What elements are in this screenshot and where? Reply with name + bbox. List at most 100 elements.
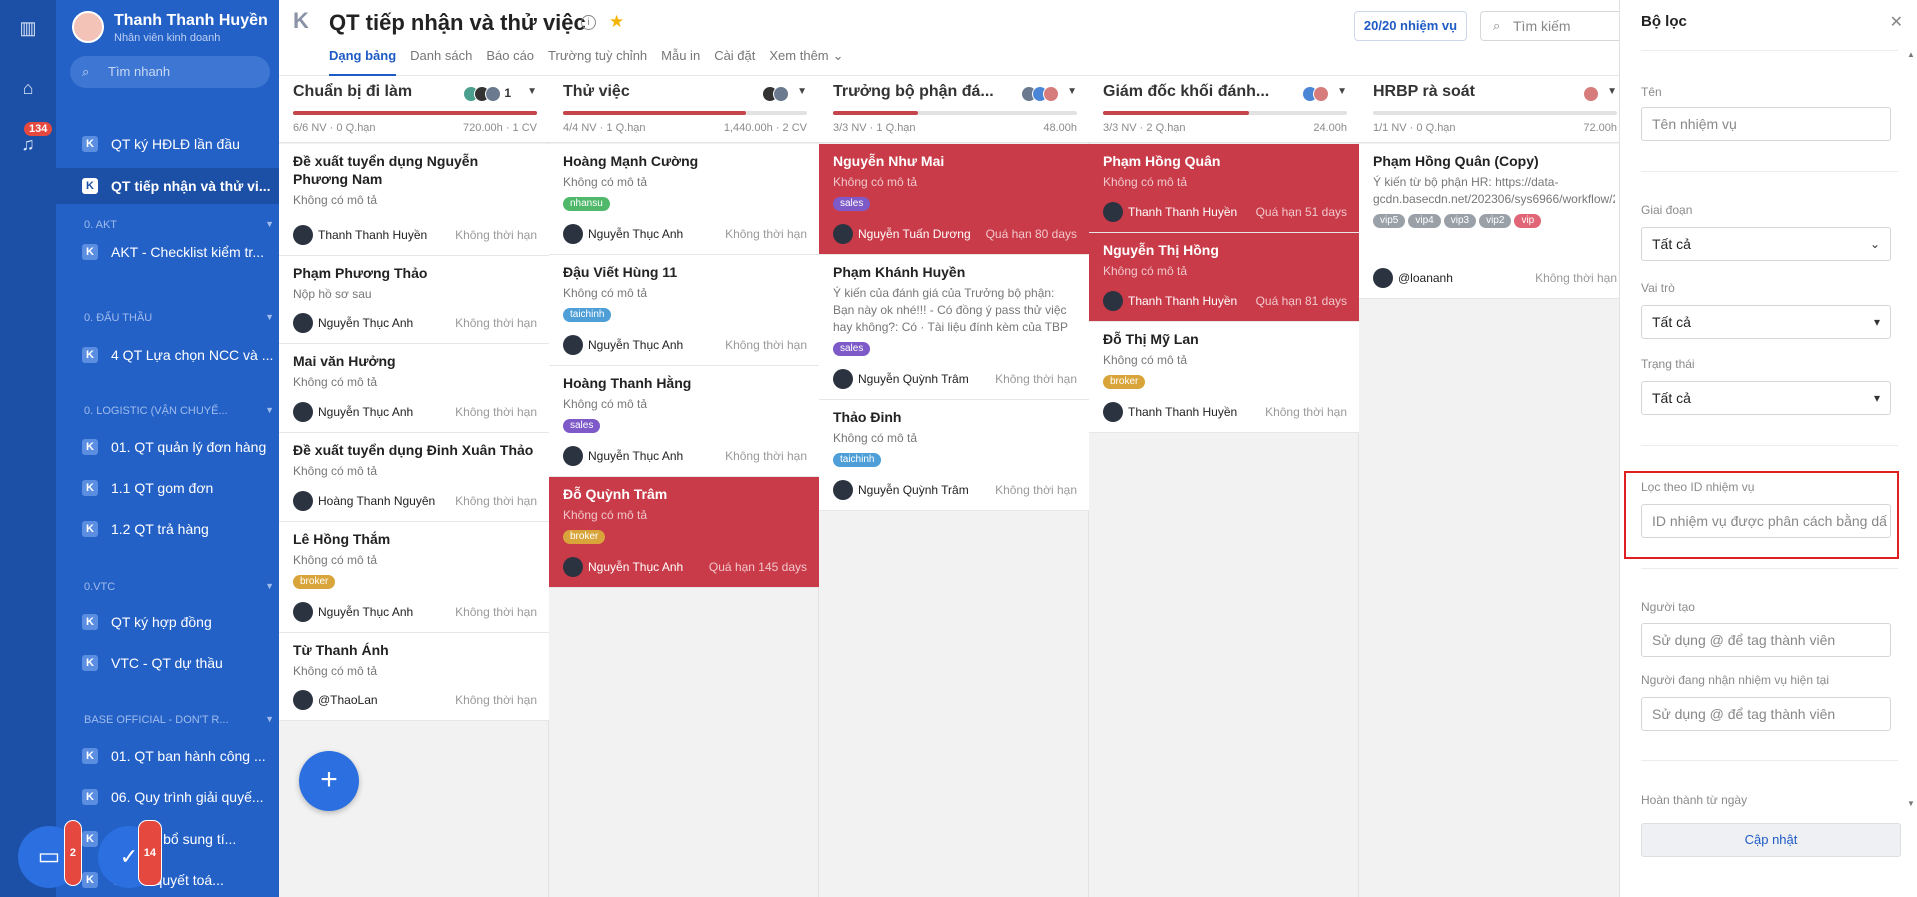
- assignee-input[interactable]: Sử dụng @ để tag thành viên: [1641, 697, 1891, 731]
- task-description: Ý kiến của đánh giá của Trưởng bộ phận: …: [833, 286, 1068, 334]
- star-icon[interactable]: ★: [609, 12, 624, 32]
- tag: vip3: [1443, 214, 1477, 228]
- task-id-input[interactable]: ID nhiệm vụ được phân cách bằng dấ: [1641, 504, 1891, 538]
- task-count-button[interactable]: 20/20 nhiệm vụ: [1354, 11, 1467, 41]
- sidebar-item[interactable]: K AKT - Checklist kiểm tr...: [56, 234, 279, 270]
- column-meta: 6/6 NV · 0 Q.hạn: [293, 122, 376, 134]
- column-header[interactable]: Giám đốc khối đánh... 3/3 NV · 2 Q.hạn 24.…: [1089, 77, 1359, 143]
- close-icon[interactable]: ✕: [1890, 12, 1903, 32]
- task-card[interactable]: Mai văn Hưởng Không có mô tả Nguyễn Thục A…: [279, 344, 549, 433]
- tab[interactable]: Mẫu in: [661, 48, 700, 76]
- column-progress: [1103, 111, 1347, 115]
- avatar: [1313, 86, 1329, 102]
- task-card[interactable]: Từ Thanh Ánh Không có mô tả @ThaoLan Không …: [279, 633, 549, 721]
- column-header[interactable]: Thử việc 4/4 NV · 1 Q.hạn 1,440.00h · 2 CV…: [549, 77, 819, 143]
- sidebar-item[interactable]: K 1.1 QT gom đơn: [56, 470, 279, 506]
- sidebar-item[interactable]: K QT tiếp nhận và thử vi...: [56, 168, 279, 204]
- due-status: Quá hạn 80 days: [985, 227, 1077, 241]
- task-card[interactable]: Nguyễn Thị Hồng Không có mô tả Thanh Thanh…: [1089, 233, 1359, 322]
- column-meta: 3/3 NV · 2 Q.hạn: [1103, 122, 1186, 134]
- creator-input[interactable]: Sử dụng @ để tag thành viên: [1641, 623, 1891, 657]
- sidebar-item[interactable]: K 06. Quy trình giải quyế...: [56, 779, 279, 815]
- task-card[interactable]: Phạm Khánh Huyền Ý kiến của đánh giá của …: [819, 255, 1089, 400]
- tag: vip4: [1408, 214, 1441, 228]
- task-description: Ý kiến từ bộ phận HR: https://data-gcdn.…: [1373, 175, 1615, 206]
- tab[interactable]: Báo cáo: [486, 48, 534, 76]
- creator-label: Người tạo: [1641, 600, 1695, 614]
- sidebar-item[interactable]: K 1.2 QT trả hàng: [56, 511, 279, 547]
- task-card[interactable]: Đề xuất tuyển dụng Nguyễn Phương Nam Khôn…: [279, 144, 549, 256]
- sidebar-item[interactable]: K QT ký hợp đồng: [56, 604, 279, 640]
- chevron-down-icon[interactable]: ▼: [527, 86, 537, 97]
- tab[interactable]: Dạng bảng: [329, 48, 397, 76]
- assignee-name: Nguyễn Quỳnh Trâm: [858, 372, 969, 386]
- task-card[interactable]: Đề xuất tuyển dụng Đinh Xuân Thảo Không c…: [279, 433, 549, 522]
- tab[interactable]: Trường tuỳ chỉnh: [548, 48, 647, 76]
- task-card[interactable]: Phạm Hồng Quân Không có mô tả Thanh Thanh …: [1089, 144, 1359, 233]
- chevron-down-icon[interactable]: ▼: [1067, 86, 1077, 97]
- user-profile[interactable]: Thanh Thanh Huyền Nhân viên kinh doanh: [72, 11, 272, 45]
- task-card[interactable]: Thảo Đinh Không có mô tả taichinh Nguyễn Qu…: [819, 400, 1089, 511]
- due-status: Không thời hạn: [455, 228, 537, 242]
- add-task-button[interactable]: +: [299, 751, 359, 811]
- avatar: [72, 11, 104, 43]
- tab[interactable]: Cài đặt: [714, 48, 755, 76]
- task-card[interactable]: Phạm Phương Thảo Nộp hồ sơ sau Nguyễn Thục…: [279, 256, 549, 344]
- sidebar-item[interactable]: K Thanh quyết toá...: [56, 862, 279, 897]
- task-card[interactable]: Đậu Viết Hùng 11 Không có mô tả taichinh Ng…: [549, 255, 819, 366]
- search-input[interactable]: ⌕ Tìm kiếm: [1480, 11, 1630, 41]
- scrollbar[interactable]: ▲ ▼: [1907, 50, 1915, 808]
- due-status: Không thời hạn: [455, 405, 537, 419]
- task-name-input[interactable]: Tên nhiệm vụ: [1641, 107, 1891, 141]
- workflow-icon: K: [82, 614, 98, 630]
- sidebar: Thanh Thanh Huyền Nhân viên kinh doanh ⌕…: [56, 0, 279, 897]
- column-header[interactable]: Trưởng bộ phận đá... 3/3 NV · 1 Q.hạn 48.0…: [819, 77, 1089, 143]
- sidebar-item[interactable]: K 01. QT quản lý đơn hàng: [56, 429, 279, 465]
- task-card[interactable]: Nguyễn Như Mai Không có mô tả sales Nguyễn …: [819, 144, 1089, 255]
- app-logo-icon[interactable]: ▥: [16, 16, 40, 40]
- task-description: Không có mô tả: [1103, 264, 1188, 278]
- task-card[interactable]: Hoàng Mạnh Cường Không có mô tả nhansu Nguy…: [549, 144, 819, 255]
- chat-button[interactable]: ▭ 2: [18, 820, 82, 888]
- sidebar-item[interactable]: K Đề xuất bổ sung tí...: [56, 821, 279, 857]
- home-icon[interactable]: ⌂: [16, 76, 40, 100]
- task-title: Hoàng Thanh Hằng: [563, 375, 692, 391]
- task-footer: Nguyễn Thục Anh Không thời hạn: [293, 602, 537, 622]
- sidebar-group-header[interactable]: 0.VTC ▼: [84, 581, 274, 593]
- task-card[interactable]: Đỗ Quỳnh Trâm Không có mô tả broker Nguyễn …: [549, 477, 819, 588]
- assignee-name: Nguyễn Thục Anh: [588, 449, 684, 463]
- tab[interactable]: Xem thêm: [769, 48, 828, 76]
- sidebar-item[interactable]: K 01. QT ban hành công ...: [56, 738, 279, 774]
- sidebar-group-header[interactable]: BASE OFFICIAL - DON'T R... ▼: [84, 714, 274, 726]
- stage-select[interactable]: Tất cả ⌄: [1641, 227, 1891, 261]
- sidebar-group-header[interactable]: 0. ĐẤU THẦU ▼: [84, 312, 274, 324]
- main-area: K QT tiếp nhận và thử việc i ★ Dạng bảng…: [279, 0, 1630, 897]
- avatar: [833, 224, 853, 244]
- sidebar-item[interactable]: K 4 QT Lựa chọn NCC và ...: [56, 337, 279, 373]
- chevron-down-icon[interactable]: ▼: [1607, 86, 1617, 97]
- tag: broker: [1103, 375, 1146, 389]
- task-card[interactable]: Lê Hồng Thắm Không có mô tả broker Nguyễn T…: [279, 522, 549, 633]
- task-footer: Nguyễn Quỳnh Trâm Không thời hạn: [833, 369, 1077, 389]
- task-description: Không có mô tả: [293, 464, 378, 478]
- chevron-down-icon[interactable]: ▼: [797, 86, 807, 97]
- column-title: Trưởng bộ phận đá...: [833, 83, 994, 100]
- tasks-button[interactable]: ✓ 14: [98, 820, 162, 888]
- sidebar-group-header[interactable]: 0. LOGISTIC (VẬN CHUYỂ... ▼: [84, 405, 274, 417]
- workflow-icon: K: [82, 136, 98, 152]
- role-select[interactable]: Tất cả ▾: [1641, 305, 1891, 339]
- sidebar-item[interactable]: K QT ký HĐLĐ lần đầu: [56, 126, 279, 162]
- task-card[interactable]: Hoàng Thanh Hằng Không có mô tả sales Nguyễ…: [549, 366, 819, 477]
- chevron-down-icon[interactable]: ▼: [1337, 86, 1347, 97]
- column-header[interactable]: HRBP rà soát 1/1 NV · 0 Q.hạn 72.00h ▼: [1359, 77, 1629, 143]
- task-card[interactable]: Phạm Hồng Quân (Copy) Ý kiến từ bộ phận H…: [1359, 144, 1629, 299]
- status-select[interactable]: Tất cả ▾: [1641, 381, 1891, 415]
- info-icon[interactable]: i: [581, 15, 596, 30]
- task-card[interactable]: Đỗ Thị Mỹ Lan Không có mô tả broker Thanh T…: [1089, 322, 1359, 433]
- sidebar-group-header[interactable]: 0. AKT ▼: [84, 219, 274, 231]
- tab[interactable]: Danh sách: [410, 48, 472, 76]
- quick-search-input[interactable]: ⌕ Tìm nhanh: [70, 56, 270, 88]
- sidebar-item[interactable]: K VTC - QT dự thầu: [56, 645, 279, 681]
- column-header[interactable]: Chuẩn bị đi làm 6/6 NV · 0 Q.hạn 720.00h ·…: [279, 77, 549, 143]
- update-button[interactable]: Cập nhật: [1641, 823, 1901, 857]
